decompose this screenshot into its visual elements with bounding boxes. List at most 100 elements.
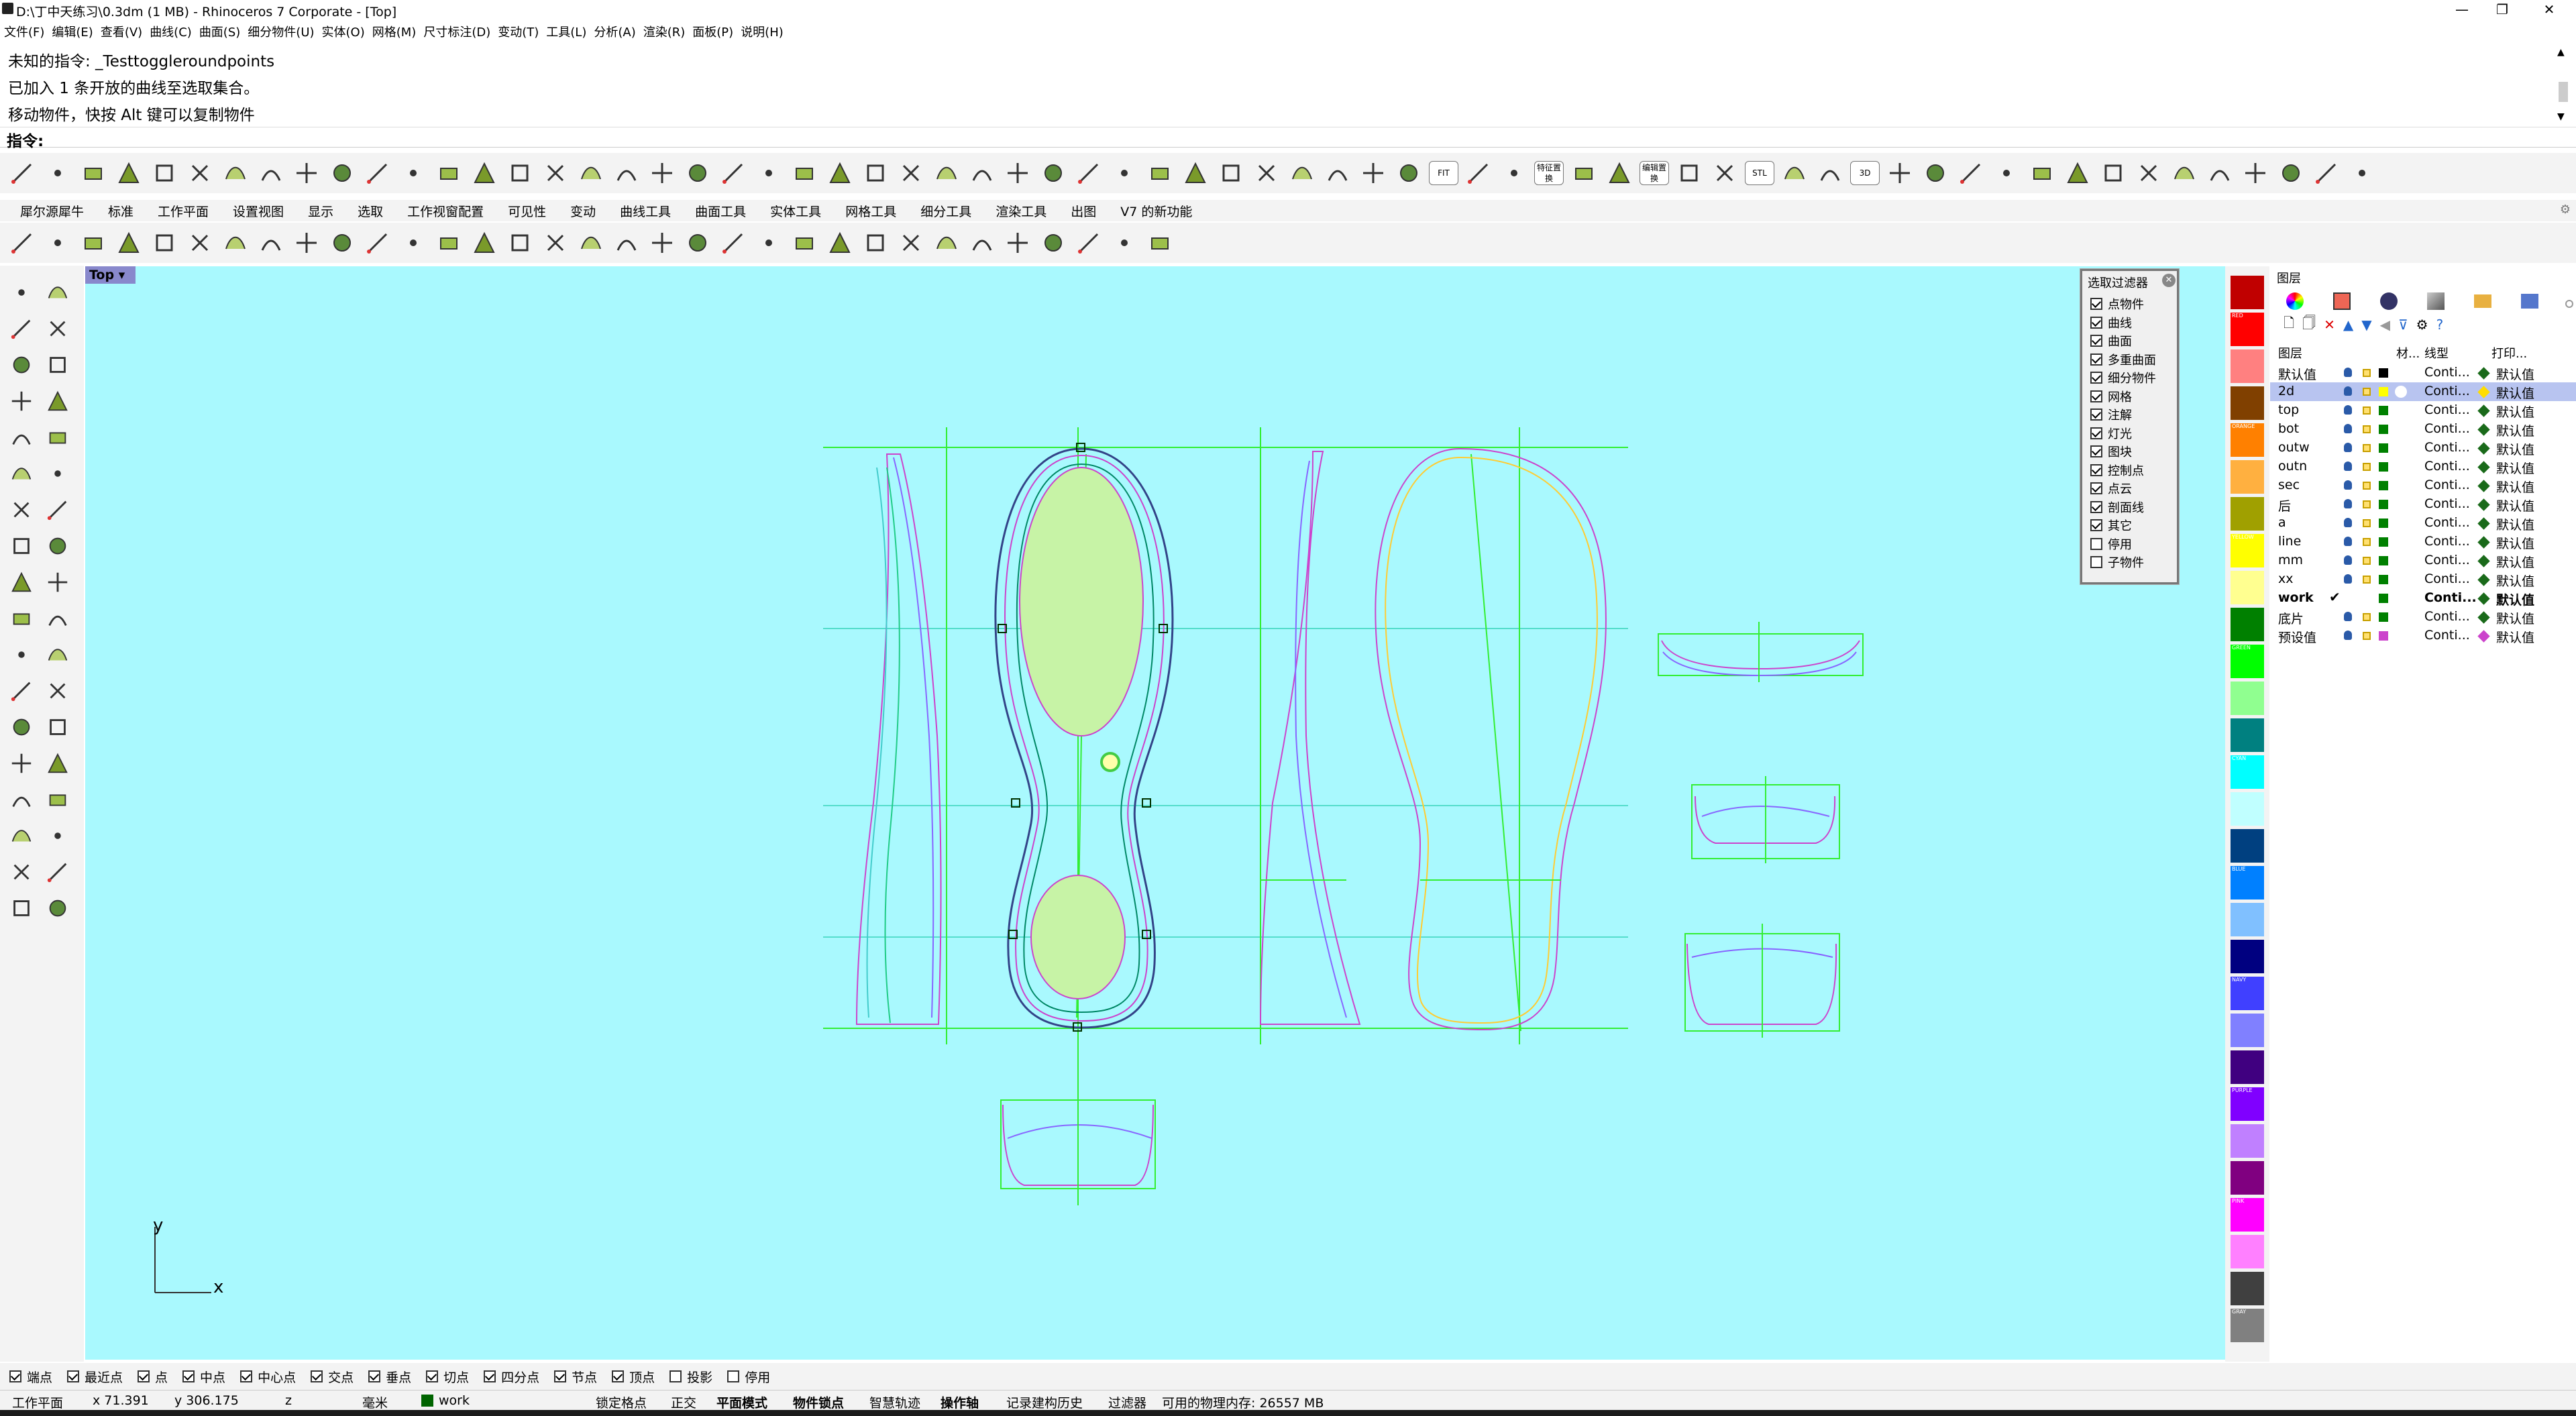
curve-tool-icon-33[interactable] xyxy=(1180,158,1211,188)
layer-row[interactable]: 预设值 Conti... 默认值 xyxy=(2270,627,2576,645)
std-tool-icon-14[interactable] xyxy=(504,227,535,258)
filter-item[interactable]: 剖面线 xyxy=(2090,498,2144,516)
toolbar-text-button-4[interactable]: 3D xyxy=(1850,161,1880,185)
layer-print-color-icon[interactable] xyxy=(2477,498,2490,511)
toolbar-tab-5[interactable]: 选取 xyxy=(358,202,383,220)
color-swatch[interactable] xyxy=(2231,386,2264,420)
osnap-item[interactable]: 中点 xyxy=(182,1368,225,1386)
toolbar-tab-8[interactable]: 变动 xyxy=(570,202,596,220)
layer-visible-icon[interactable] xyxy=(2344,574,2352,584)
filter-item[interactable]: 点物件 xyxy=(2090,295,2144,313)
curve-tool-icon-41[interactable] xyxy=(1499,158,1529,188)
curve-tool-icon-1[interactable] xyxy=(42,158,73,188)
osnap-checkbox[interactable] xyxy=(727,1370,740,1382)
filter-checkbox[interactable] xyxy=(2090,372,2102,384)
curve-tool-icon-17[interactable] xyxy=(611,158,642,188)
menu-item-11[interactable]: 分析(A) xyxy=(594,23,635,40)
curve-tool-icon-48[interactable] xyxy=(1884,158,1915,188)
color-swatch[interactable] xyxy=(2231,1124,2264,1158)
filter-item[interactable]: 子物件 xyxy=(2090,553,2144,571)
curve-tool-icon-42[interactable] xyxy=(1568,158,1599,188)
left-tool-icon-16[interactable] xyxy=(7,567,36,597)
left-tool-icon-27[interactable] xyxy=(43,749,72,778)
osnap-checkbox[interactable] xyxy=(484,1370,496,1382)
layer-row[interactable]: work ✔ Conti... 默认值 xyxy=(2270,589,2576,608)
std-tool-icon-21[interactable] xyxy=(753,227,784,258)
layer-print-color-icon[interactable] xyxy=(2477,423,2490,436)
layer-print[interactable]: 默认值 xyxy=(2496,478,2534,496)
osnap-checkbox[interactable] xyxy=(612,1370,625,1382)
history-toggle[interactable]: 记录建构历史 xyxy=(1006,1393,1083,1411)
left-tool-icon-24[interactable] xyxy=(7,712,36,742)
filter-checkbox[interactable] xyxy=(2090,353,2102,366)
left-tool-icon-20[interactable] xyxy=(7,640,36,669)
layer-print[interactable]: 默认值 xyxy=(2496,628,2534,646)
filter-checkbox[interactable] xyxy=(2090,482,2102,494)
layer-row[interactable]: a Conti... 默认值 xyxy=(2270,514,2576,533)
color-swatch[interactable]: NAVY xyxy=(2231,977,2264,1010)
layer-linetype[interactable]: Conti... xyxy=(2424,421,2470,436)
std-tool-icon-0[interactable] xyxy=(7,227,38,258)
color-swatch[interactable] xyxy=(2231,1235,2264,1268)
new-layer-icon[interactable]: 🗋 xyxy=(2284,313,2294,336)
color-swatch[interactable] xyxy=(2231,1014,2264,1047)
std-tool-icon-27[interactable] xyxy=(967,227,998,258)
color-swatch[interactable]: CYAN xyxy=(2231,755,2264,789)
layer-linetype[interactable]: Conti... xyxy=(2424,459,2470,474)
curve-tool-icon-0[interactable] xyxy=(7,158,38,188)
curve-tool-icon-11[interactable] xyxy=(398,158,429,188)
layer-print-color-icon[interactable] xyxy=(2477,574,2490,586)
left-tool-icon-17[interactable] xyxy=(43,567,72,597)
color-swatch[interactable]: GREEN xyxy=(2231,645,2264,678)
layer-color-swatch[interactable] xyxy=(2379,368,2388,378)
osnap-checkbox[interactable] xyxy=(9,1370,21,1382)
left-tool-icon-15[interactable] xyxy=(43,531,72,561)
filter-item[interactable]: 曲面 xyxy=(2090,332,2132,349)
color-swatch[interactable]: GRAY xyxy=(2231,1309,2264,1342)
close-icon[interactable]: ✕ xyxy=(2162,274,2176,287)
color-swatch[interactable] xyxy=(2231,571,2264,604)
menu-item-1[interactable]: 编辑(E) xyxy=(52,23,93,40)
layer-linetype[interactable]: Conti... xyxy=(2424,440,2470,455)
color-swatch[interactable] xyxy=(2231,682,2264,715)
layer-unlock-icon[interactable] xyxy=(2363,406,2371,415)
toolbar-tab-7[interactable]: 可见性 xyxy=(508,202,546,220)
osnap-item[interactable]: 点 xyxy=(138,1368,168,1386)
menu-item-5[interactable]: 细分物件(U) xyxy=(248,23,314,40)
menu-item-10[interactable]: 工具(L) xyxy=(546,23,586,40)
layer-color-swatch[interactable] xyxy=(2379,443,2388,453)
layer-color-swatch[interactable] xyxy=(2379,425,2388,434)
left-tool-icon-1[interactable] xyxy=(43,278,72,307)
curve-tool-icon-14[interactable] xyxy=(504,158,535,188)
layer-row[interactable]: 默认值 Conti... 默认值 xyxy=(2270,364,2576,382)
layer-linetype[interactable]: Conti... xyxy=(2424,534,2470,549)
color-swatch[interactable]: ORANGE xyxy=(2231,423,2264,457)
scroll-up-icon[interactable]: ▲ xyxy=(2557,47,2565,58)
layer-print[interactable]: 默认值 xyxy=(2496,402,2534,421)
layer-unlock-icon[interactable] xyxy=(2363,388,2371,396)
layer-visible-icon[interactable] xyxy=(2344,443,2352,452)
layer-visible-icon[interactable] xyxy=(2344,461,2352,471)
color-swatch[interactable] xyxy=(2231,792,2264,826)
layer-visible-icon[interactable] xyxy=(2344,537,2352,546)
layer-row[interactable]: sec Conti... 默认值 xyxy=(2270,476,2576,495)
curve-tool-icon-61[interactable] xyxy=(2347,158,2377,188)
filter-checkbox[interactable] xyxy=(2090,335,2102,347)
toolbar-tab-15[interactable]: 出图 xyxy=(1071,202,1096,220)
osnap-item[interactable]: 最近点 xyxy=(67,1368,123,1386)
layer-color-swatch[interactable] xyxy=(2379,612,2388,622)
color-swatch[interactable] xyxy=(2231,608,2264,641)
std-tool-icon-15[interactable] xyxy=(540,227,571,258)
menu-item-3[interactable]: 曲线(C) xyxy=(150,23,192,40)
toolbar-tab-14[interactable]: 渲染工具 xyxy=(996,202,1046,220)
display-tab-icon[interactable] xyxy=(2521,294,2538,309)
close-icon[interactable]: ✕ xyxy=(2529,0,2569,20)
osnap-item[interactable]: 切点 xyxy=(426,1368,469,1386)
left-tool-icon-35[interactable] xyxy=(43,893,72,923)
layer-color-swatch[interactable] xyxy=(2379,481,2388,490)
osnap-item[interactable]: 节点 xyxy=(554,1368,597,1386)
filter-item[interactable]: 图块 xyxy=(2090,443,2132,460)
layer-unlock-icon[interactable] xyxy=(2363,463,2371,471)
filter-item[interactable]: 停用 xyxy=(2090,535,2132,553)
viewport-canvas[interactable] xyxy=(85,266,2225,1360)
